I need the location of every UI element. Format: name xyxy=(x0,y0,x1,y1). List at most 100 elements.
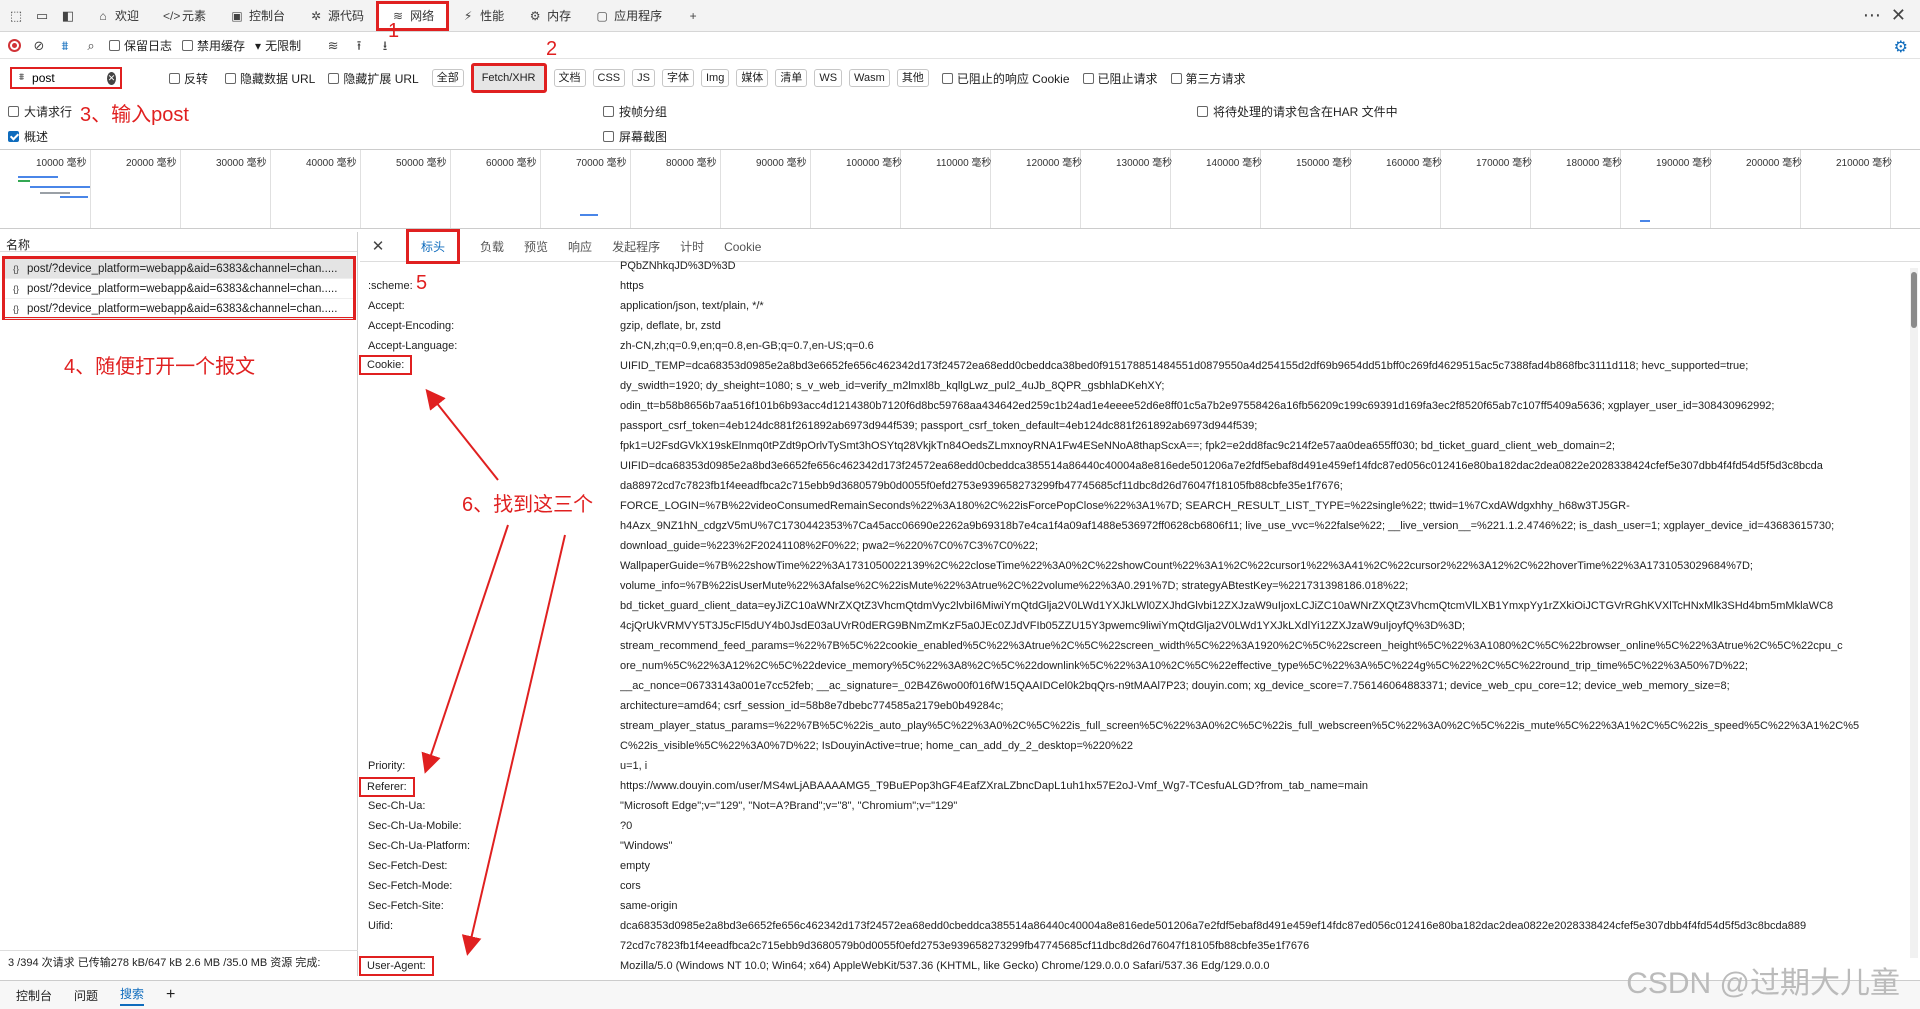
request-row[interactable]: {} post/?device_platform=webapp&aid=6383&… xyxy=(5,279,353,299)
type-chip-doc[interactable]: 文档 xyxy=(553,69,586,87)
type-chip-all[interactable]: 全部 xyxy=(431,69,464,87)
tab-console[interactable]: ▣ 控制台 xyxy=(218,0,297,32)
filter-input-box[interactable]: ⩩ ✕ xyxy=(10,67,122,89)
arrow-to-referer xyxy=(421,524,509,774)
tab-welcome[interactable]: ⌂ 欢迎 xyxy=(84,0,151,32)
preserve-log-checkbox[interactable]: 保留日志 xyxy=(109,37,172,54)
har-option[interactable]: 将待处理的请求包含在HAR 文件中 xyxy=(1197,103,1398,120)
cookie-value-line: C%22is_visible%5C%22%3A0%7D%22; IsDouyin… xyxy=(620,740,1134,752)
tab-payload[interactable]: 负载 xyxy=(480,238,504,255)
big-rows-option[interactable]: 大请求行 xyxy=(8,103,72,120)
tab-network[interactable]: ≋ 网络 xyxy=(376,0,450,31)
drawer-add-icon[interactable]: + xyxy=(166,986,175,1004)
timeline-tick xyxy=(450,150,451,228)
type-chip-wasm[interactable]: Wasm xyxy=(849,69,890,87)
timeline-tick xyxy=(720,150,721,228)
screenshots-option[interactable]: 屏幕截图 xyxy=(603,128,667,145)
timeline-activity-bar xyxy=(40,192,70,194)
tab-timing[interactable]: 计时 xyxy=(680,238,704,255)
type-chip-font[interactable]: 字体 xyxy=(661,69,694,87)
drawer-tab-search[interactable]: 搜索 xyxy=(120,985,145,1006)
type-chip-js[interactable]: JS xyxy=(632,69,655,87)
timeline-tick xyxy=(630,150,631,228)
type-chip-fetch-xhr[interactable]: Fetch/XHR xyxy=(470,63,547,93)
disable-cache-checkbox[interactable]: 禁用缓存 xyxy=(182,37,245,54)
header-value: zh-CN,zh;q=0.9,en;q=0.8,en-GB;q=0.7,en-U… xyxy=(620,340,874,352)
third-party-checkbox[interactable]: 第三方请求 xyxy=(1170,70,1246,87)
network-toolbar: ⊘ ⩩ ⌕ 保留日志 禁用缓存 ▾ 无限制 ≋ ⭱ ⭳ xyxy=(0,33,1920,59)
memory-icon: ⚙ xyxy=(529,8,541,23)
tab-application[interactable]: ▢ 应用程序 xyxy=(583,0,674,32)
tab-memory[interactable]: ⚙ 内存 xyxy=(516,0,583,32)
timeline-overview[interactable]: 10000 毫秒 20000 毫秒 30000 毫秒 40000 毫秒 50000 毫秒… xyxy=(0,149,1920,229)
header-value: application/json, text/plain, */* xyxy=(620,300,764,312)
invert-checkbox[interactable]: 反转 xyxy=(169,70,208,87)
drawer-tab-issues[interactable]: 问题 xyxy=(74,987,98,1004)
type-chip-media[interactable]: 媒体 xyxy=(736,69,769,87)
scrollbar-track[interactable] xyxy=(1910,268,1918,958)
blocked-cookie-checkbox[interactable]: 已阻止的响应 Cookie xyxy=(941,70,1070,87)
checkbox-box xyxy=(182,40,194,51)
plus-icon: + xyxy=(689,8,697,23)
clear-icon[interactable]: ⊘ xyxy=(31,38,47,54)
overview-option[interactable]: 概述 xyxy=(8,128,48,145)
inspect-icon[interactable]: ⬚ xyxy=(8,8,24,24)
header-name: Sec-Ch-Ua-Mobile: xyxy=(368,820,462,832)
add-tab-button[interactable]: + xyxy=(674,0,712,32)
blocked-requests-checkbox[interactable]: 已阻止请求 xyxy=(1082,70,1158,87)
search-icon[interactable]: ⌕ xyxy=(83,38,99,54)
tab-elements[interactable]: </> 元素 xyxy=(151,0,218,32)
settings-gear-icon[interactable]: ⚙ xyxy=(1894,37,1908,57)
arrow-to-cookie xyxy=(425,388,499,481)
upload-icon[interactable]: ⭱ xyxy=(351,38,367,54)
throttle-select[interactable]: ▾ 无限制 xyxy=(255,37,301,54)
group-by-frame-option[interactable]: 按帧分组 xyxy=(603,103,667,120)
network-conditions-icon[interactable]: ≋ xyxy=(325,38,341,54)
app-icon: ▢ xyxy=(596,8,608,23)
annotation-2: 2 xyxy=(546,38,558,60)
more-icon[interactable]: ⋯ ✕ xyxy=(1863,5,1920,26)
device-toolbar-icon[interactable]: ▭ xyxy=(34,8,50,24)
type-chip-ws[interactable]: WS xyxy=(814,69,843,87)
tab-cookies[interactable]: Cookie xyxy=(724,240,761,254)
cookie-value-line: __ac_nonce=06733143a001e7cc52feb; __ac_s… xyxy=(620,680,1730,692)
cookie-value-line: WallpaperGuide=%7B%22showTime%22%3A17310… xyxy=(620,560,1753,572)
type-chip-manifest[interactable]: 清单 xyxy=(775,69,808,87)
timeline-tick-label: 40000 毫秒 xyxy=(306,158,357,169)
timeline-activity-bar xyxy=(1640,220,1650,222)
tab-response[interactable]: 响应 xyxy=(568,238,592,255)
hide-data-url-checkbox[interactable]: 隐藏数据 URL xyxy=(225,70,315,87)
close-icon[interactable]: ✕ xyxy=(370,238,386,255)
tab-sources[interactable]: ✲ 源代码 xyxy=(297,0,376,32)
timeline-tick-label: 60000 毫秒 xyxy=(486,158,537,169)
name-column-header[interactable]: 名称 xyxy=(0,232,357,252)
header-name: Sec-Fetch-Dest: xyxy=(368,860,448,872)
tab-headers[interactable]: 标头 xyxy=(406,229,461,264)
filter-icon[interactable]: ⩩ xyxy=(57,38,73,54)
dock-icon[interactable]: ◧ xyxy=(60,8,76,24)
timeline-activity-bar xyxy=(18,180,30,182)
request-row[interactable]: {} post/?device_platform=webapp&aid=6383&… xyxy=(5,299,353,319)
request-row[interactable]: {} post/?device_platform=webapp&aid=6383&… xyxy=(5,259,353,279)
watermark: CSDN @过期大儿童 xyxy=(1626,967,1900,1000)
record-icon[interactable] xyxy=(8,39,21,52)
drawer-tab-console[interactable]: 控制台 xyxy=(16,987,52,1004)
filter-input[interactable] xyxy=(32,71,103,85)
type-chip-img[interactable]: Img xyxy=(700,69,730,87)
timeline-tick xyxy=(270,150,271,228)
annotation-3: 3、输入post xyxy=(80,104,189,126)
chevron-down-icon: ▾ xyxy=(255,38,262,53)
clear-filter-icon[interactable]: ✕ xyxy=(107,71,116,85)
tab-initiator[interactable]: 发起程序 xyxy=(612,238,660,255)
timeline-activity-bar xyxy=(60,196,88,198)
annotation-6: 6、找到这三个 xyxy=(462,494,594,516)
annotation-1: 1 xyxy=(388,20,400,42)
type-chip-css[interactable]: CSS xyxy=(592,69,626,87)
filter-row: ⩩ ✕ 反转 隐藏数据 URL 隐藏扩展 URL 全部 Fetch/XHR 文档… xyxy=(0,63,1920,93)
tab-preview[interactable]: 预览 xyxy=(524,238,548,255)
type-chip-other[interactable]: 其他 xyxy=(896,69,929,87)
tab-performance[interactable]: ⚡ 性能 xyxy=(449,0,516,32)
cookie-value-line: da88972cd7c7823fb1f4eeadfbca2c715ebb9d36… xyxy=(620,480,1343,492)
hide-ext-url-checkbox[interactable]: 隐藏扩展 URL xyxy=(328,70,419,87)
scrollbar-thumb[interactable] xyxy=(1911,272,1917,328)
